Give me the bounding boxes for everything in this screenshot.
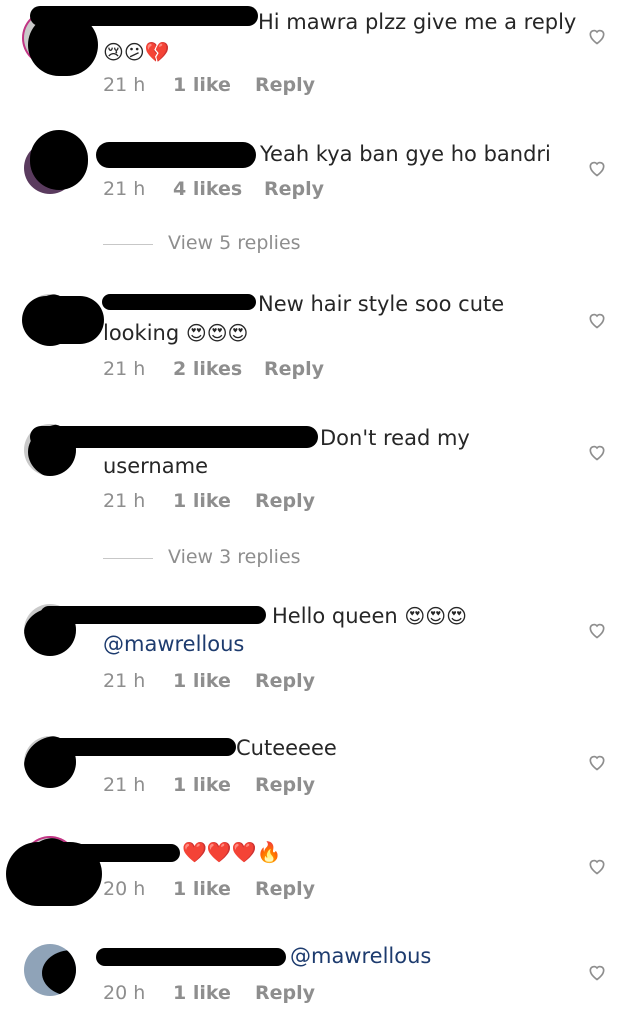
redacted-username — [30, 426, 318, 448]
timestamp: 21 h — [103, 774, 146, 796]
like-count[interactable]: 4 likes — [173, 178, 242, 200]
emoji-group: 😍😍😍 — [404, 604, 467, 628]
like-count[interactable]: 2 likes — [173, 358, 242, 380]
comment-body: Cuteeeee — [236, 736, 337, 760]
heart-icon[interactable] — [587, 442, 607, 462]
like-count[interactable]: 1 like — [173, 878, 231, 900]
avatar[interactable] — [24, 944, 76, 996]
comment-text: Hi mawra plzz give me a reply — [258, 8, 635, 37]
like-count[interactable]: 1 like — [173, 490, 231, 512]
reply-button[interactable]: Reply — [255, 74, 315, 96]
comment-text-line2: looking 😍😍😍 — [103, 319, 563, 348]
redacted-username — [96, 142, 256, 168]
view-replies-label[interactable]: View 3 replies — [168, 546, 301, 568]
reply-button[interactable]: Reply — [255, 490, 315, 512]
redacted-username — [96, 948, 286, 966]
emoji-group: 😍😍😍 — [185, 321, 249, 345]
comment-text: Cuteeeee — [236, 734, 635, 763]
comment-text: New hair style soo cute — [258, 290, 635, 319]
comment-body: Hi mawra plzz give me a reply — [258, 10, 577, 34]
timestamp: 21 h — [103, 74, 146, 96]
comment-body-cont: looking — [103, 321, 180, 345]
comment-text: Yeah kya ban gye ho bandri — [260, 140, 635, 169]
reply-button[interactable]: Reply — [264, 178, 324, 200]
comment-mention-line: @mawrellous — [103, 630, 563, 659]
timestamp: 20 h — [103, 878, 146, 900]
emoji-group: ❤️❤️❤️🔥 — [182, 840, 282, 864]
redacted-overlay — [30, 130, 88, 190]
comment-body: Hello queen — [272, 604, 398, 628]
comment-text-line2: username — [103, 452, 563, 481]
redacted-username — [102, 294, 256, 310]
reply-button[interactable]: Reply — [255, 670, 315, 692]
reply-button[interactable]: Reply — [255, 878, 315, 900]
mention-link[interactable]: @mawrellous — [290, 944, 431, 968]
replies-divider — [103, 244, 153, 245]
redacted-username — [42, 738, 236, 756]
replies-divider — [103, 558, 153, 559]
heart-icon[interactable] — [587, 26, 607, 46]
timestamp: 21 h — [103, 178, 146, 200]
like-count[interactable]: 1 like — [173, 982, 231, 1004]
heart-icon[interactable] — [587, 752, 607, 772]
comment-body-cont: username — [103, 454, 208, 478]
redacted-username — [40, 606, 266, 624]
mention-link[interactable]: @mawrellous — [103, 632, 244, 656]
heart-icon[interactable] — [587, 856, 607, 876]
comment-body: Don't read my — [320, 426, 470, 450]
redacted-username — [70, 844, 180, 862]
redacted-overlay — [22, 296, 104, 344]
heart-icon[interactable] — [587, 158, 607, 178]
heart-icon[interactable] — [587, 310, 607, 330]
comment-text: ❤️❤️❤️🔥 — [182, 838, 635, 867]
comment-body: New hair style soo cute — [258, 292, 505, 316]
timestamp: 21 h — [103, 490, 146, 512]
comment-text: @mawrellous — [290, 942, 635, 971]
comment-emojis: 😢😕💔 — [103, 38, 563, 67]
redacted-overlay — [28, 14, 98, 76]
heart-icon[interactable] — [587, 962, 607, 982]
heart-icon[interactable] — [587, 620, 607, 640]
timestamp: 20 h — [103, 982, 146, 1004]
reply-button[interactable]: Reply — [255, 774, 315, 796]
comment-text: Hello queen 😍😍😍 — [272, 602, 635, 631]
like-count[interactable]: 1 like — [173, 74, 231, 96]
view-replies-label[interactable]: View 5 replies — [168, 232, 301, 254]
like-count[interactable]: 1 like — [173, 670, 231, 692]
emoji-group: 😢😕💔 — [103, 40, 170, 64]
view-replies[interactable]: View 5 replies — [103, 232, 403, 258]
reply-button[interactable]: Reply — [264, 358, 324, 380]
timestamp: 21 h — [103, 358, 146, 380]
reply-button[interactable]: Reply — [255, 982, 315, 1004]
comment-body: Yeah kya ban gye ho bandri — [260, 142, 551, 166]
timestamp: 21 h — [103, 670, 146, 692]
view-replies[interactable]: View 3 replies — [103, 546, 403, 572]
like-count[interactable]: 1 like — [173, 774, 231, 796]
